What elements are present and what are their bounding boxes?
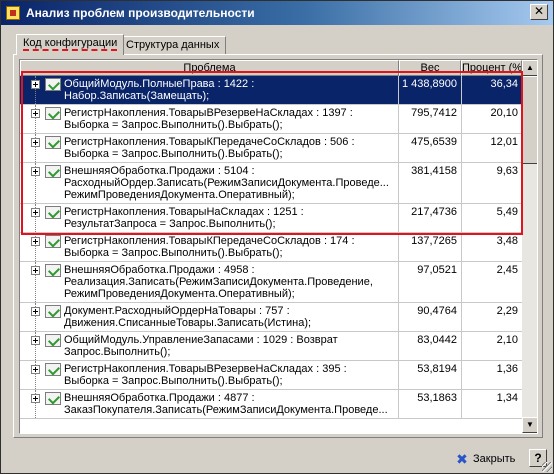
cell-problem: РегистрНакопления.ТоварыКПередачеСоСклад… xyxy=(20,233,399,261)
column-header-problem[interactable]: Проблема xyxy=(20,60,399,76)
tab-strip: Код конфигурации Структура данных xyxy=(13,34,543,55)
cell-problem: РегистрНакопления.ТоварыВРезервеНаСклада… xyxy=(20,361,399,389)
table-row[interactable]: РегистрНакопления.ТоварыКПередачеСоСклад… xyxy=(20,134,522,163)
problems-table: Проблема Вес Процент (%) ОбщийМодуль.Пол… xyxy=(19,59,538,434)
cell-problem: ВнешняяОбработка.Продажи : 4877 : ЗаказП… xyxy=(20,390,399,418)
title-bar: Анализ проблем производительности ✕ xyxy=(1,1,553,25)
column-header-weight[interactable]: Вес xyxy=(399,60,461,76)
cell-problem: РегистрНакопления.ТоварыКПередачеСоСклад… xyxy=(20,134,399,162)
cell-percent: 2,29 xyxy=(496,305,518,317)
cell-problem: ВнешняяОбработка.Продажи : 5104 : Расход… xyxy=(20,163,399,203)
cell-percent: 1,34 xyxy=(496,392,518,404)
table-row[interactable]: Документ.РасходныйОрдерНаТовары : 757 : … xyxy=(20,303,522,332)
cell-weight: 137,7265 xyxy=(411,235,457,247)
cell-problem: ОбщийМодуль.ПолныеПрава : 1422 : Набор.З… xyxy=(20,76,399,104)
footer-bar: ✖ Закрыть ? xyxy=(1,445,553,473)
table-row[interactable]: ВнешняяОбработка.Продажи : 4877 : ЗаказП… xyxy=(20,390,522,419)
tab-data-structure-label: Структура данных xyxy=(126,39,220,51)
close-button-label: Закрыть xyxy=(473,453,516,465)
cell-problem: ОбщийМодуль.УправлениеЗапасами : 1029 : … xyxy=(20,332,399,360)
table-body: ОбщийМодуль.ПолныеПрава : 1422 : Набор.З… xyxy=(20,76,522,419)
cell-percent: 5,49 xyxy=(496,206,518,218)
cell-problem: РегистрНакопления.ТоварыВРезервеНаСклада… xyxy=(20,105,399,133)
close-button[interactable]: ✖ Закрыть xyxy=(453,449,521,469)
scroll-up-button[interactable]: ▲ xyxy=(522,60,537,76)
cell-weight: 83,0442 xyxy=(417,334,457,346)
table-row[interactable]: ВнешняяОбработка.Продажи : 5104 : Расход… xyxy=(20,163,522,204)
cell-percent: 36,34 xyxy=(490,78,518,90)
tab-config-code[interactable]: Код конфигурации xyxy=(16,34,125,55)
tab-config-code-label: Код конфигурации xyxy=(23,37,118,51)
table-row[interactable]: ОбщийМодуль.УправлениеЗапасами : 1029 : … xyxy=(20,332,522,361)
table-row[interactable]: ВнешняяОбработка.Продажи : 4958 : Реализ… xyxy=(20,262,522,303)
table-row[interactable]: РегистрНакопления.ТоварыНаСкладах : 1251… xyxy=(20,204,522,233)
cell-percent: 2,45 xyxy=(496,264,518,276)
tab-data-structure[interactable]: Структура данных xyxy=(119,36,227,54)
resize-grip[interactable] xyxy=(542,462,552,472)
cell-weight: 90,4764 xyxy=(417,305,457,317)
table-row[interactable]: ОбщийМодуль.ПолныеПрава : 1422 : Набор.З… xyxy=(20,76,522,105)
window-close-button[interactable]: ✕ xyxy=(530,4,548,20)
cell-weight: 217,4736 xyxy=(411,206,457,218)
cell-weight: 1 438,8900 xyxy=(401,78,457,90)
scroll-down-button[interactable]: ▼ xyxy=(522,417,537,433)
cell-weight: 381,4158 xyxy=(411,165,457,177)
performance-analysis-window: Анализ проблем производительности ✕ Код … xyxy=(0,0,554,474)
cell-percent: 9,63 xyxy=(496,165,518,177)
cell-weight: 53,8194 xyxy=(417,363,457,375)
tab-panel: Проблема Вес Процент (%) ОбщийМодуль.Пол… xyxy=(13,54,543,438)
column-header-percent[interactable]: Процент (%) xyxy=(461,60,522,76)
cell-problem: Документ.РасходныйОрдерНаТовары : 757 : … xyxy=(20,303,399,331)
table-header: Проблема Вес Процент (%) xyxy=(20,60,522,76)
cell-percent: 12,01 xyxy=(490,136,518,148)
table-row[interactable]: РегистрНакопления.ТоварыКПередачеСоСклад… xyxy=(20,233,522,262)
table-row[interactable]: РегистрНакопления.ТоварыВРезервеНаСклада… xyxy=(20,361,522,390)
window-title: Анализ проблем производительности xyxy=(26,6,255,20)
close-x-icon: ✖ xyxy=(456,451,468,467)
cell-weight: 97,0521 xyxy=(417,264,457,276)
scroll-thumb[interactable] xyxy=(522,76,537,164)
cell-percent: 20,10 xyxy=(490,107,518,119)
cell-weight: 53,1863 xyxy=(417,392,457,404)
cell-problem: ВнешняяОбработка.Продажи : 4958 : Реализ… xyxy=(20,262,399,302)
cell-percent: 3,48 xyxy=(496,235,518,247)
cell-problem: РегистрНакопления.ТоварыНаСкладах : 1251… xyxy=(20,204,399,232)
app-icon xyxy=(6,6,20,20)
cell-weight: 475,6539 xyxy=(411,136,457,148)
cell-weight: 795,7412 xyxy=(411,107,457,119)
cell-percent: 2,10 xyxy=(496,334,518,346)
cell-percent: 1,36 xyxy=(496,363,518,375)
vertical-scrollbar[interactable]: ▲ ▼ xyxy=(522,60,537,433)
table-row[interactable]: РегистрНакопления.ТоварыВРезервеНаСклада… xyxy=(20,105,522,134)
